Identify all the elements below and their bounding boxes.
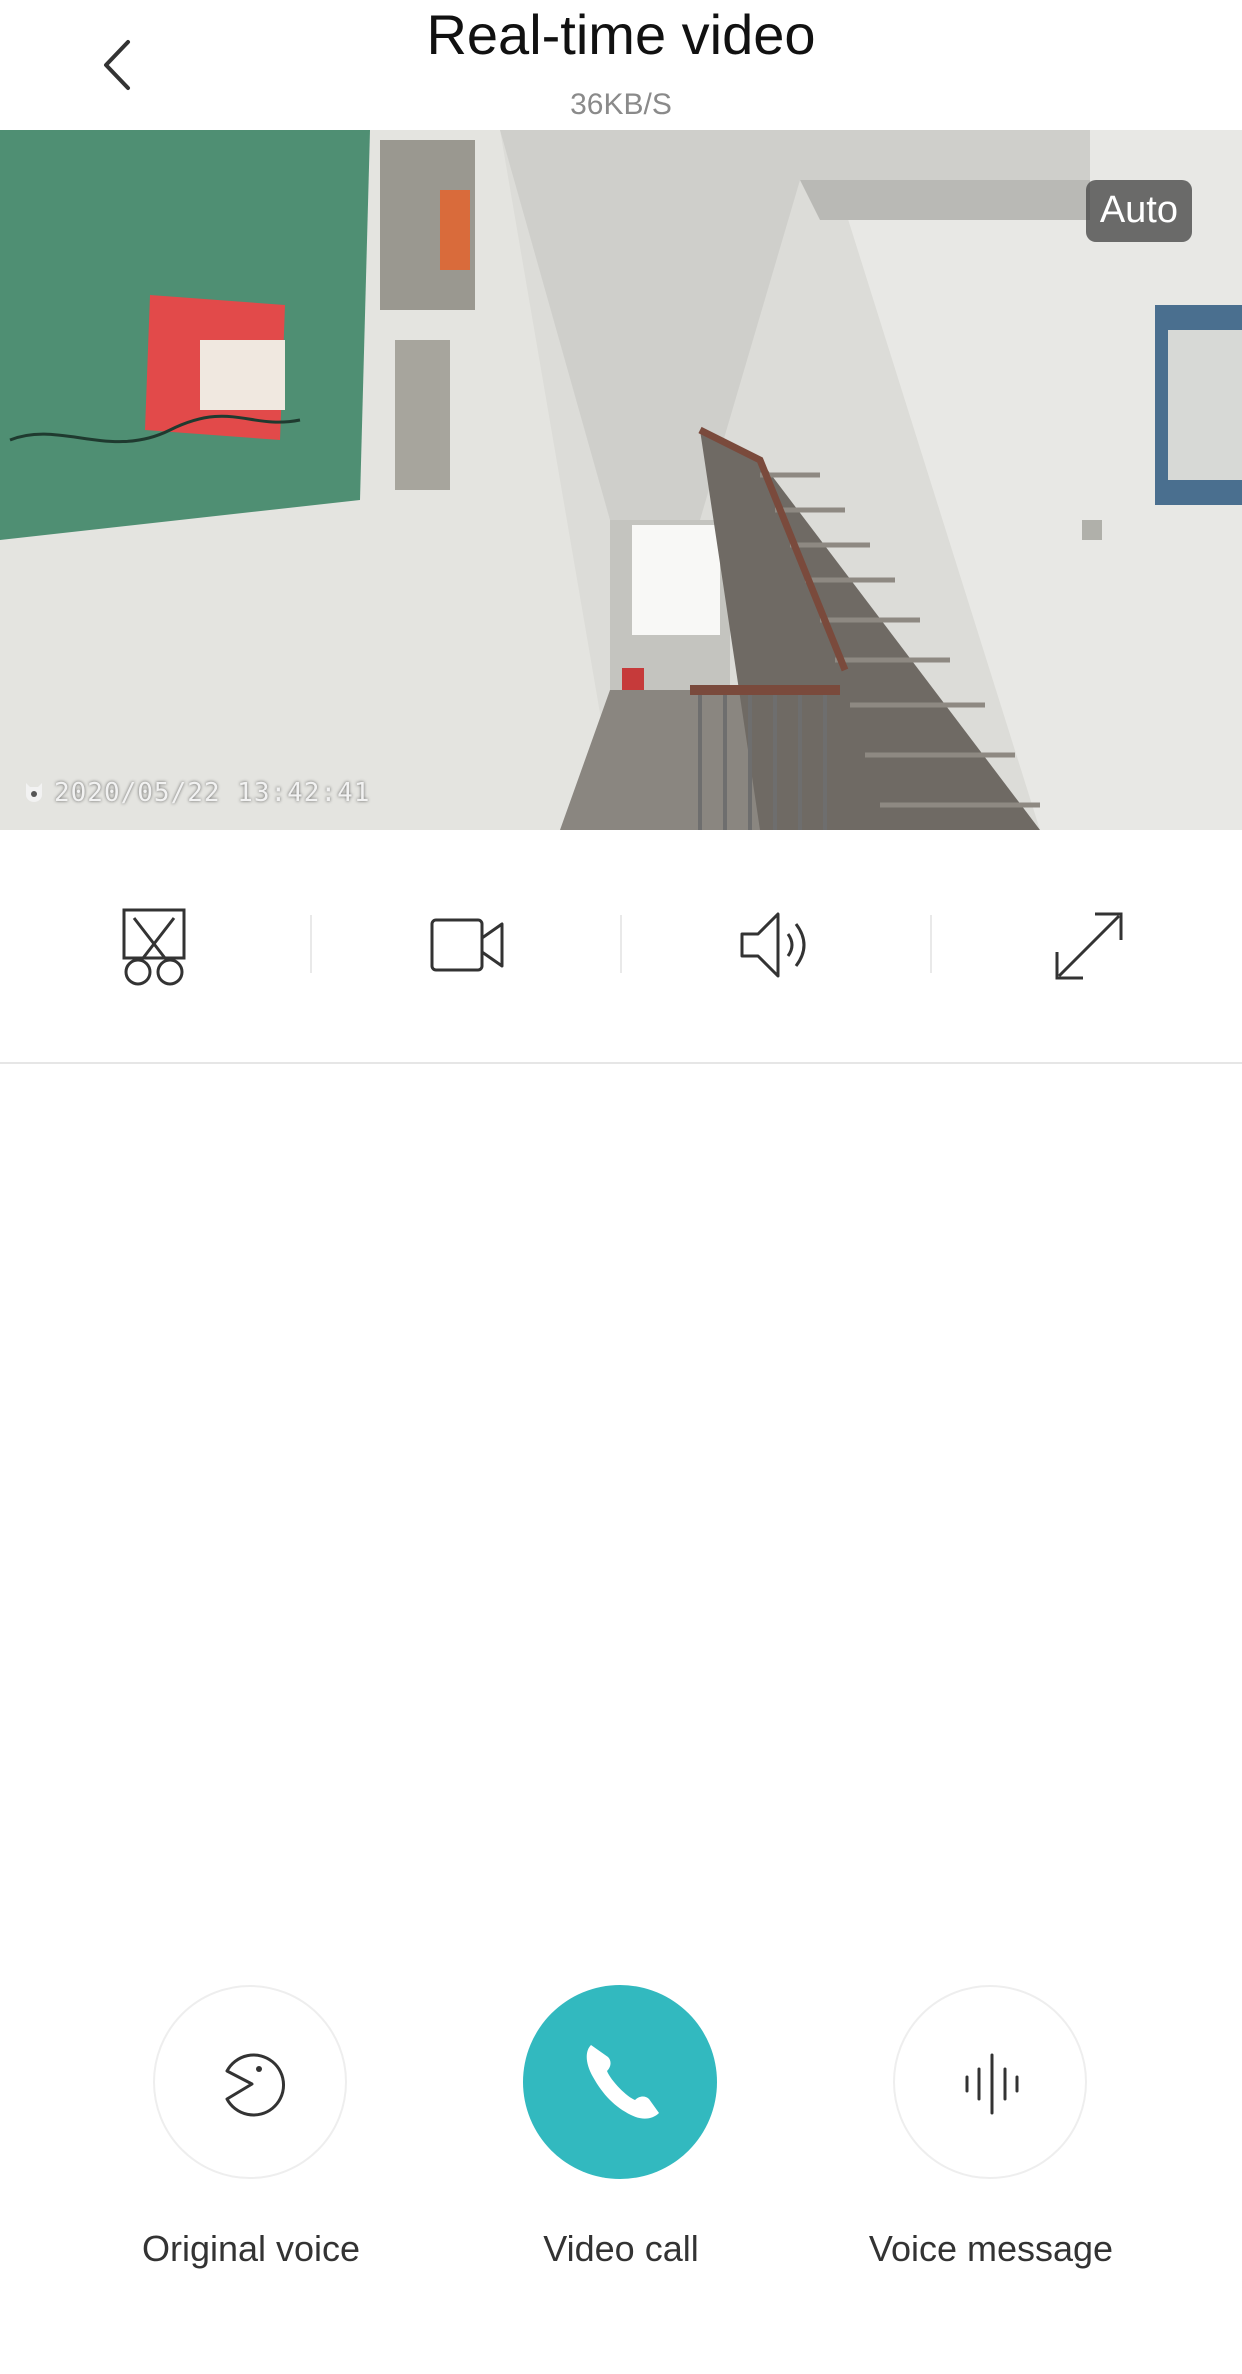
video-toolbar	[0, 830, 1242, 1062]
record-video-icon	[430, 918, 504, 972]
toolbar-divider	[310, 915, 312, 973]
voice-message-label: Voice message	[868, 2228, 1114, 2269]
speaker-icon	[740, 912, 806, 978]
waveform-icon	[965, 2053, 1019, 2115]
fullscreen-button[interactable]	[1033, 890, 1143, 1000]
screenshot-scissors-icon	[122, 908, 186, 986]
toolbar-divider	[930, 915, 932, 973]
voice-message-button[interactable]	[893, 1985, 1087, 2179]
voice-effect-icon	[225, 2053, 285, 2117]
header: Real-time video 36KB/S	[0, 0, 1242, 130]
divider	[0, 1062, 1242, 1064]
quality-auto-button[interactable]: Auto	[1085, 180, 1192, 242]
live-video-feed[interactable]: Auto 2020/05/22 13:42:41	[0, 130, 1242, 830]
timestamp-overlay: 2020/05/22 13:42:41	[22, 778, 370, 808]
phone-icon	[586, 2045, 659, 2119]
camera-brand-icon	[26, 783, 42, 802]
video-call-button[interactable]	[523, 1985, 717, 2179]
video-call-label: Video call	[543, 2228, 699, 2269]
video-frame-image	[0, 130, 1242, 830]
original-voice-label: Original voice	[141, 2228, 361, 2269]
fullscreen-icon	[1055, 912, 1123, 980]
page-title: Real-time video	[426, 3, 816, 66]
timestamp-text: 2020/05/22 13:42:41	[54, 778, 371, 808]
original-voice-button[interactable]	[153, 1985, 347, 2179]
record-button[interactable]	[410, 890, 520, 1000]
bitrate-label: 36KB/S	[570, 88, 672, 121]
screenshot-button[interactable]	[100, 890, 210, 1000]
toolbar-divider	[620, 915, 622, 973]
speaker-button[interactable]	[720, 890, 830, 1000]
